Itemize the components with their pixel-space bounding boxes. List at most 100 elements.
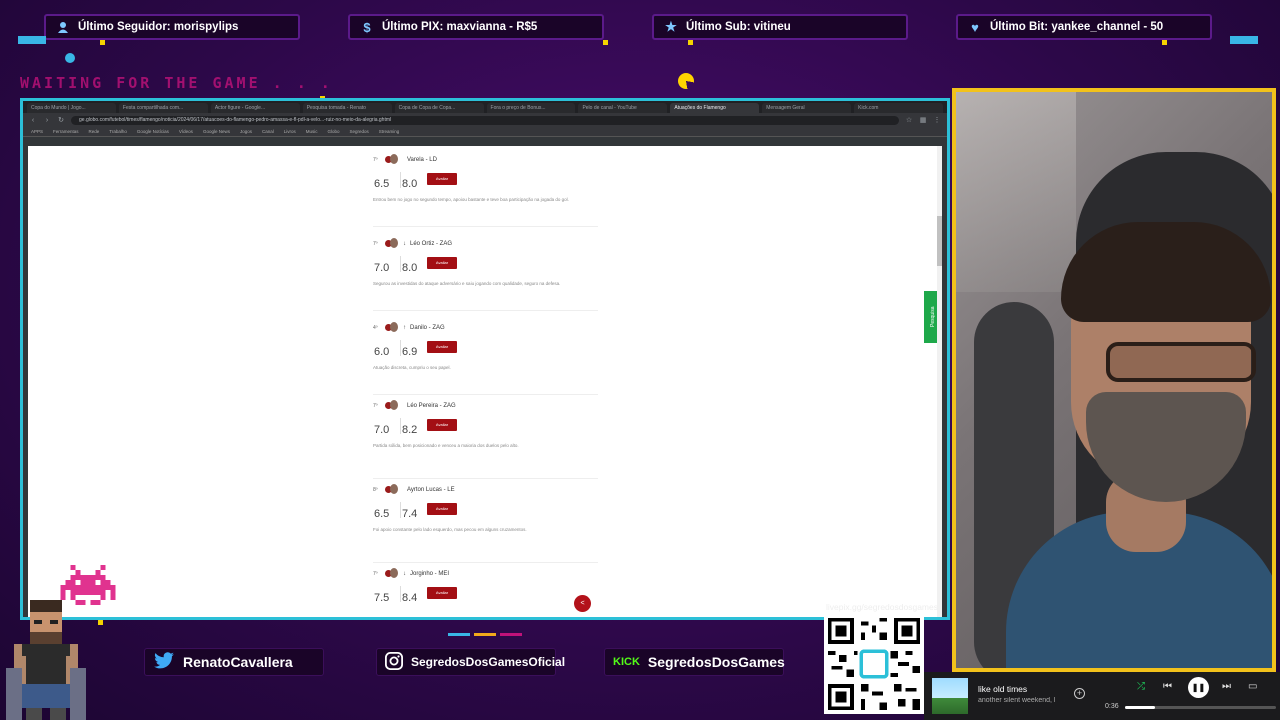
add-icon[interactable]: + — [1074, 688, 1085, 699]
overlay-dot — [688, 40, 693, 45]
player-name: Jorginho - MEI — [410, 571, 450, 577]
extensions-icon[interactable]: ▦ — [919, 116, 927, 124]
browser-tab[interactable]: Copa de Copa de Copa... — [394, 103, 484, 113]
rating-description: Partida sólida, bem posicionado e venceu… — [373, 443, 519, 448]
player-name: Varela - LD — [407, 157, 437, 163]
player-rating: 7º Léo Pereira - ZAG 7.0 8.2 Avaliar Partid… — [373, 400, 598, 449]
user-icon — [56, 20, 70, 34]
browser-window: Copa do Mundo | Jogo... Festa compartilh… — [20, 98, 950, 620]
alert-pix: $ Último PIX: maxvianna - R$5 — [348, 14, 604, 40]
overlay-dot — [100, 40, 105, 45]
overlay-bar-left — [18, 36, 46, 44]
player-avatar — [385, 568, 399, 580]
scrollbar[interactable] — [937, 146, 942, 617]
twitter-icon — [153, 651, 175, 673]
rating-description: Foi apoio constante pelo lado esquerdo, … — [373, 527, 527, 532]
bookmark-item[interactable]: Ferramentas — [53, 129, 79, 134]
browser-tab-active[interactable]: Atuações do Flamengo — [670, 103, 760, 113]
bookmark-item[interactable]: Trabalho — [109, 129, 127, 134]
bookmark-item[interactable]: Streaming — [379, 129, 400, 134]
pause-icon[interactable]: ❚❚ — [1188, 677, 1209, 698]
pixel-avatar-icon — [6, 600, 86, 720]
bookmark-item[interactable]: Rede — [89, 129, 100, 134]
overlay-dot — [603, 40, 608, 45]
bookmark-item[interactable]: APPS — [31, 129, 43, 134]
browser-tab[interactable]: Kick.com — [854, 103, 944, 113]
alert-follower-text: Último Seguidor: morispylips — [78, 21, 239, 33]
bookmark-item[interactable]: Livros — [284, 129, 296, 134]
player-name: Ayrton Lucas - LE — [407, 487, 455, 493]
bookmark-item[interactable]: Jogos — [240, 129, 252, 134]
progress-fill — [1125, 706, 1156, 709]
rating-value-1: 7.0 — [374, 424, 390, 436]
blue-orb — [65, 53, 75, 63]
browser-tab[interactable]: Actor figure - Google... — [210, 103, 300, 113]
bookmark-star-icon[interactable]: ☆ — [905, 116, 913, 124]
social-kick-text: SegredosDosGames — [647, 654, 785, 670]
rating-value-2: 7.4 — [402, 508, 418, 520]
alert-bit-text: Último Bit: yankee_channel - 50 — [990, 21, 1164, 33]
progress-bar[interactable] — [1125, 706, 1276, 709]
rating-value-2: 8.4 — [402, 592, 418, 604]
rating-value-1: 6.5 — [374, 508, 390, 520]
overlay-indicator — [474, 633, 496, 636]
divider — [373, 394, 598, 395]
browser-tab[interactable]: Fora o preço de Bonus... — [486, 103, 576, 113]
reload-icon[interactable]: ↻ — [57, 116, 65, 124]
qr-code[interactable] — [824, 614, 924, 714]
rating-value-1: 7.5 — [374, 592, 390, 604]
social-instagram[interactable]: SegredosDosGamesOficial — [376, 648, 565, 676]
rating-rank: 7º — [373, 241, 378, 247]
rating-value-1: 6.0 — [374, 346, 390, 358]
overlay-dot — [1162, 40, 1167, 45]
alert-pix-text: Último PIX: maxvianna - R$5 — [382, 21, 538, 33]
social-twitter[interactable]: RenatoCavallera — [144, 648, 324, 676]
pacman-icon — [678, 73, 694, 89]
overlay-dot — [98, 620, 103, 625]
rate-button[interactable]: Avaliar — [427, 257, 457, 269]
bookmark-item[interactable]: Music — [306, 129, 318, 134]
bookmark-item[interactable]: Google News — [203, 129, 230, 134]
device-icon[interactable]: ▭ — [1248, 681, 1257, 692]
previous-icon[interactable]: ⏮ — [1163, 681, 1172, 692]
player-rating: 4º ↑ Danilo - ZAG 6.0 6.9 Avaliar Atuação di… — [373, 322, 598, 371]
address-bar[interactable]: ge.globo.com/futebol/times/flamengo/noti… — [71, 115, 899, 125]
song-artist: another silent weekend, l — [978, 697, 1056, 704]
rate-button[interactable]: Avaliar — [427, 341, 457, 353]
rate-button[interactable]: Avaliar — [427, 587, 457, 599]
bookmark-item[interactable]: Segredos — [350, 129, 369, 134]
browser-tab[interactable]: Pesquisa tomada - Renato — [302, 103, 392, 113]
webcam-person — [1061, 222, 1271, 322]
social-kick[interactable]: KICK SegredosDosGames — [604, 648, 785, 676]
back-icon[interactable]: ‹ — [29, 117, 37, 124]
browser-tab[interactable]: Festa compartilhada com... — [118, 103, 208, 113]
bookmark-item[interactable]: Canal — [262, 129, 274, 134]
share-icon[interactable]: < — [574, 595, 591, 612]
webcam-frame — [952, 88, 1276, 672]
forward-icon[interactable]: › — [43, 117, 51, 124]
shuffle-icon[interactable]: ⤮ — [1137, 681, 1145, 692]
rating-value-2: 8.0 — [402, 178, 418, 190]
alert-bit: ♥ Último Bit: yankee_channel - 50 — [956, 14, 1212, 40]
browser-tab[interactable]: Copa do Mundo | Jogo... — [27, 103, 116, 113]
menu-icon[interactable]: ⋮ — [933, 116, 941, 124]
song-title: like old times — [978, 684, 1028, 694]
rating-value-2: 6.9 — [402, 346, 418, 358]
rating-arrow: ↑ — [403, 325, 406, 331]
bookmark-item[interactable]: Google Notícias — [137, 129, 169, 134]
player-rating: 7º ↓ Jorginho - MEI 7.5 8.4 Avaliar — [373, 568, 598, 604]
elapsed-time: 0:36 — [1105, 703, 1119, 710]
rating-description: Entrou bem no jogo no segundo tempo, apo… — [373, 197, 569, 202]
browser-tab[interactable]: Pelo de canal - YouTube — [578, 103, 668, 113]
scrollbar-thumb[interactable] — [937, 216, 942, 266]
bookmark-item[interactable]: Vídeos — [179, 129, 193, 134]
rate-button[interactable]: Avaliar — [427, 173, 457, 185]
browser-tab[interactable]: Mensagem Geral — [762, 103, 852, 113]
rate-button[interactable]: Avaliar — [427, 419, 457, 431]
player-name: Léo Ortiz - ZAG — [410, 241, 453, 247]
next-icon[interactable]: ⏭ — [1222, 681, 1231, 692]
browser-toolbar: ‹ › ↻ ge.globo.com/futebol/times/flameng… — [23, 113, 947, 127]
rate-button[interactable]: Avaliar — [427, 503, 457, 515]
bookmark-item[interactable]: Globo — [328, 129, 340, 134]
divider — [373, 310, 598, 311]
